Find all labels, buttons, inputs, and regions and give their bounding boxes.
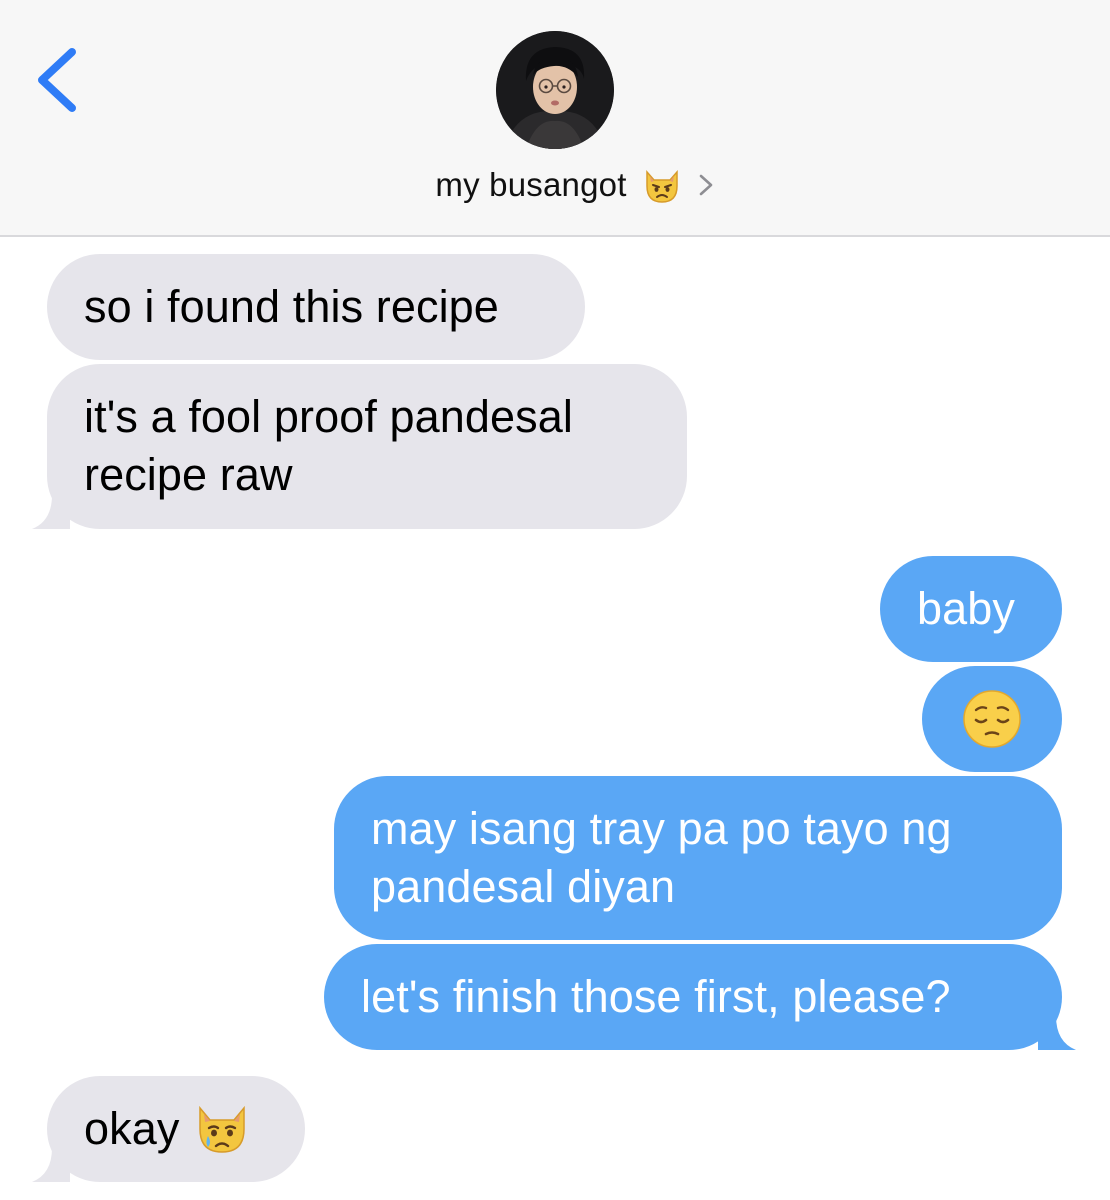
- contact-details-button[interactable]: my busangot: [0, 160, 1110, 210]
- contact-avatar[interactable]: [496, 31, 614, 149]
- bubble-tail-received: [32, 495, 70, 529]
- message-bubble-received[interactable]: okay: [47, 1076, 305, 1182]
- bubble-tail-sent: [1038, 1016, 1076, 1050]
- message-text: may isang tray pa po tayo ng pandesal di…: [371, 803, 952, 912]
- contact-name: my busangot: [435, 166, 627, 203]
- back-button[interactable]: [30, 40, 90, 120]
- bubble-tail-received: [32, 1148, 70, 1182]
- pensive-face-emoji-icon: [963, 690, 1021, 748]
- avatar-photo: [496, 31, 614, 149]
- message-text: it's a fool proof pandesal recipe raw: [84, 391, 574, 500]
- pouting-cat-emoji-icon: [645, 170, 678, 203]
- message-content: okay: [84, 1100, 269, 1158]
- message-bubble-sent[interactable]: baby: [880, 556, 1062, 662]
- messages-screen: my busangot so i found this recipe it's …: [0, 0, 1110, 1200]
- message-bubble-sent[interactable]: may isang tray pa po tayo ng pandesal di…: [334, 776, 1062, 940]
- message-bubble-received[interactable]: so i found this recipe: [47, 254, 585, 360]
- crying-cat-emoji-icon: [199, 1106, 246, 1153]
- message-text: so i found this recipe: [84, 281, 499, 332]
- chevron-left-icon: [38, 48, 76, 112]
- chevron-right-icon: [699, 174, 712, 196]
- message-bubble-sent-emoji[interactable]: [922, 666, 1062, 772]
- message-text: let's finish those first, please?: [361, 971, 951, 1022]
- message-text: baby: [917, 583, 1015, 634]
- message-bubble-sent[interactable]: let's finish those first, please?: [324, 944, 1062, 1050]
- message-text: okay: [84, 1103, 180, 1154]
- conversation-header: my busangot: [0, 0, 1110, 237]
- message-bubble-received[interactable]: it's a fool proof pandesal recipe raw: [47, 364, 687, 529]
